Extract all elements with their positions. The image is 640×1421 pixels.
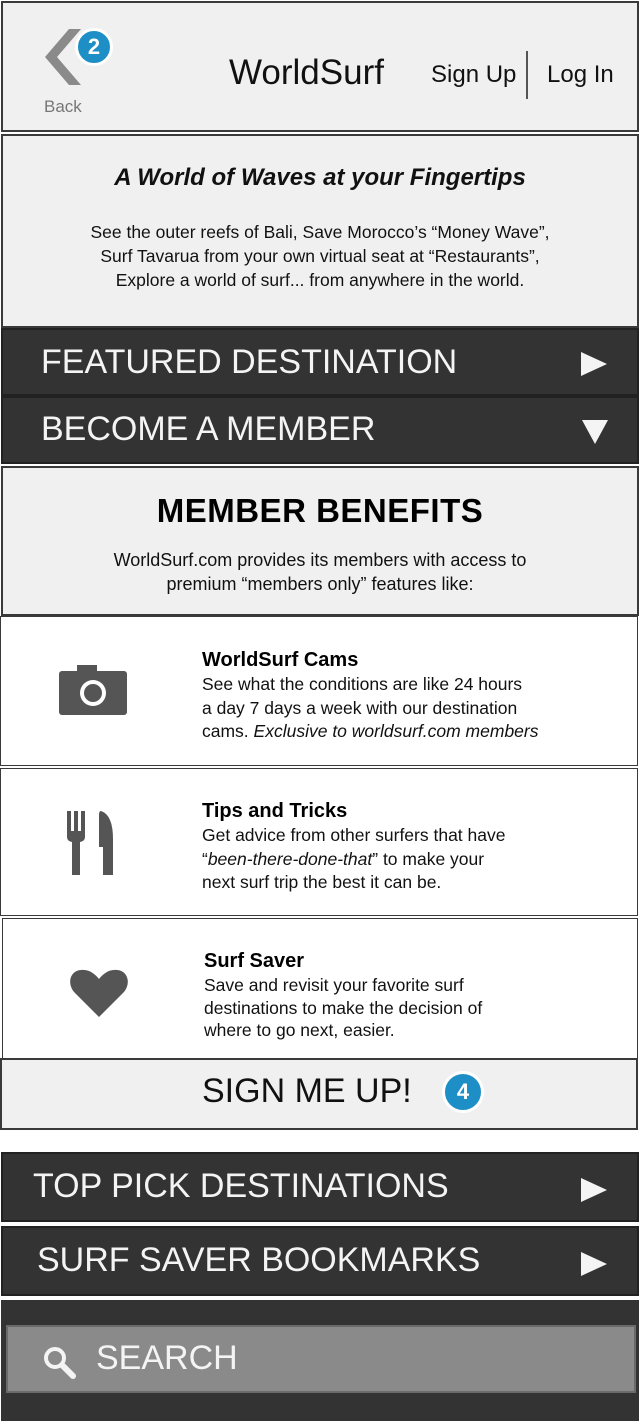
subtitle-line: premium “members only” features like:: [166, 574, 474, 594]
become-member-label: BECOME A MEMBER: [41, 410, 376, 448]
description-emphasis: been-there-done-that: [207, 848, 373, 869]
intro-line: Explore a world of surf... from anywhere…: [115, 270, 525, 290]
sign-me-up-label: SIGN ME UP!: [202, 1072, 412, 1110]
triangle-right-icon: [581, 352, 607, 376]
become-member-menu[interactable]: BECOME A MEMBER: [1, 396, 639, 464]
description-line: next surf trip the best it can be.: [202, 872, 442, 892]
intro-title: A World of Waves at your Fingertips: [114, 164, 526, 191]
intro-panel: A World of Waves at your Fingertips See …: [1, 134, 639, 328]
intro-line: See the outer reefs of Bali, Save Morocc…: [90, 222, 550, 242]
top-pick-destinations-label: TOP PICK DESTINATIONS: [33, 1167, 449, 1205]
description-line: destinations to make the decision of: [204, 997, 483, 1018]
benefit-description: Get advice from other surfers that have …: [202, 824, 582, 895]
benefit-title: Surf Saver: [204, 950, 305, 972]
intro-line: Surf Tavarua from your own virtual seat …: [100, 246, 540, 266]
description-emphasis: Exclusive to worldsurf.com members: [253, 721, 539, 741]
top-pick-destinations-menu[interactable]: TOP PICK DESTINATIONS: [1, 1152, 639, 1222]
search-icon: [44, 1347, 76, 1379]
triangle-right-icon: [581, 1252, 607, 1276]
app-header: Back WorldSurf Sign Up Log In: [1, 1, 639, 132]
description-line: Get advice from other surfers that have: [202, 825, 506, 845]
annotation-badge: 2: [75, 28, 113, 66]
search-input[interactable]: SEARCH: [6, 1325, 636, 1393]
description-line: where to go next, easier.: [204, 1020, 395, 1040]
triangle-down-icon: [582, 420, 608, 444]
annotation-badge: 4: [442, 1071, 484, 1113]
subtitle-line: WorldSurf.com provides its members with …: [113, 550, 527, 570]
heart-icon: [70, 969, 128, 1017]
log-in-link[interactable]: Log In: [547, 61, 614, 89]
fork-knife-icon: [67, 811, 113, 875]
sign-me-up-button[interactable]: SIGN ME UP!: [0, 1058, 638, 1130]
triangle-right-icon: [581, 1178, 607, 1202]
header-divider: [526, 51, 528, 99]
surf-saver-bookmarks-label: SURF SAVER BOOKMARKS: [37, 1241, 481, 1279]
description-line: cams. Exclusive to worldsurf.com members: [202, 720, 582, 744]
member-benefits-subtitle: WorldSurf.com provides its members with …: [3, 548, 637, 596]
back-label[interactable]: Back: [44, 97, 82, 117]
intro-text: See the outer reefs of Bali, Save Morocc…: [3, 220, 637, 292]
description-text: ” to make your: [372, 848, 485, 869]
description-line: a day 7 days a week with our destination: [202, 697, 518, 718]
benefit-title: WorldSurf Cams: [202, 649, 359, 671]
search-placeholder: SEARCH: [96, 1339, 238, 1377]
featured-destination-label: FEATURED DESTINATION: [41, 343, 458, 381]
chevron-left-icon[interactable]: [41, 29, 81, 85]
member-benefits-title: MEMBER BENEFITS: [156, 492, 484, 529]
benefit-title: Tips and Tricks: [202, 800, 348, 822]
benefit-card-surf-saver: Surf Saver Save and revisit your favorit…: [2, 918, 638, 1060]
surf-saver-bookmarks-menu[interactable]: SURF SAVER BOOKMARKS: [1, 1226, 639, 1296]
sign-up-link[interactable]: Sign Up: [431, 61, 516, 89]
benefit-description: Save and revisit your favorite surf dest…: [204, 974, 584, 1042]
benefit-card-cams: WorldSurf Cams See what the conditions a…: [0, 616, 638, 766]
benefit-card-tips: Tips and Tricks Get advice from other su…: [0, 768, 638, 916]
description-line: See what the conditions are like 24 hour…: [202, 674, 523, 694]
camera-icon: [59, 665, 127, 715]
description-text: cams.: [202, 721, 254, 741]
app-title: WorldSurf: [229, 53, 384, 92]
description-line: Save and revisit your favorite surf: [204, 975, 464, 995]
benefit-description: See what the conditions are like 24 hour…: [202, 673, 582, 744]
featured-destination-menu[interactable]: FEATURED DESTINATION: [1, 328, 639, 396]
description-line: “been-there-done-that” to make your: [202, 848, 582, 872]
member-benefits-header: MEMBER BENEFITS WorldSurf.com provides i…: [1, 466, 639, 616]
